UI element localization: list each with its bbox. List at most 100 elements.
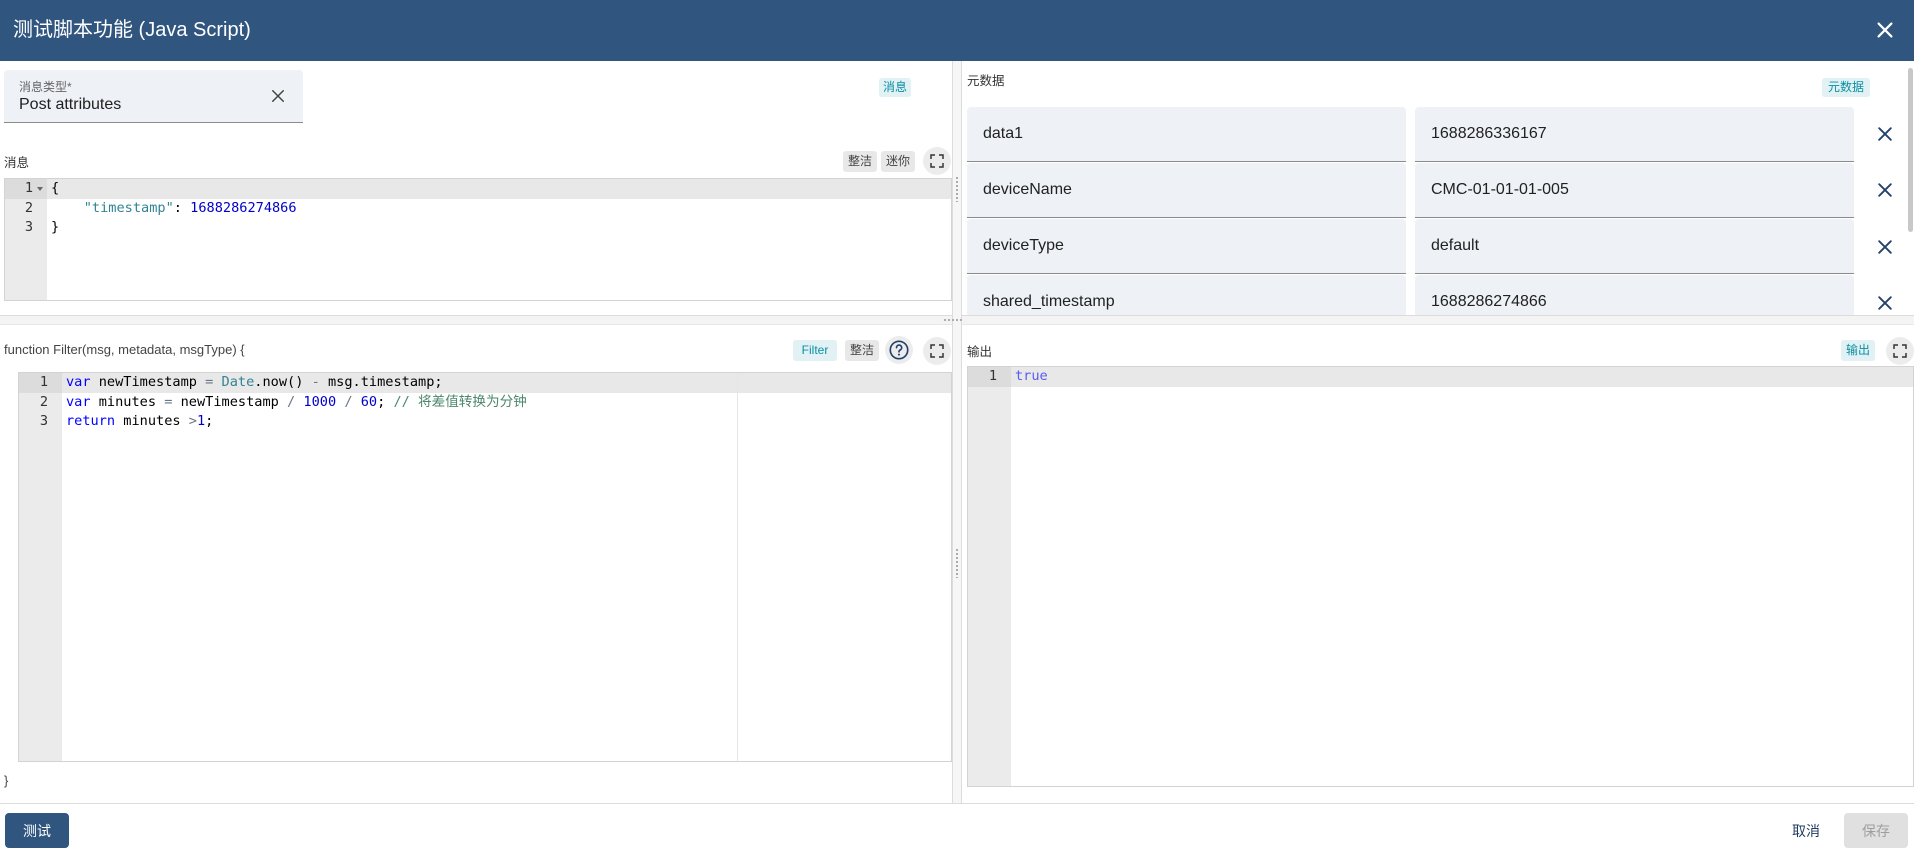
- punct-token: }: [51, 219, 60, 235]
- script-editor[interactable]: 123 var newTimestamp = Date.now() - msg.…: [18, 372, 952, 762]
- message-fullscreen-button[interactable]: [923, 147, 951, 175]
- metadata-value-input[interactable]: [1415, 275, 1854, 315]
- code-line: "timestamp": 1688286274866: [47, 199, 951, 219]
- line-number: 3: [39, 413, 48, 429]
- dialog-footer: 测试 取消 保存: [0, 803, 1914, 857]
- punct-token: ;: [377, 393, 386, 410]
- splitter-handle-top[interactable]: [955, 176, 959, 202]
- variable-token: "timestamp": [83, 199, 174, 216]
- output-editor[interactable]: 1 true: [967, 366, 1914, 787]
- metadata-label: 元数据: [967, 74, 1005, 88]
- delete-metadata-button[interactable]: [1875, 180, 1895, 200]
- metadata-list[interactable]: [962, 100, 1914, 315]
- operator-token: =: [205, 374, 214, 390]
- help-icon: [889, 340, 909, 360]
- metadata-key-input[interactable]: [967, 107, 1406, 162]
- identifier-token: now: [262, 374, 288, 390]
- output-chip: 输出: [1841, 340, 1875, 361]
- message-editor-text[interactable]: { "timestamp": 1688286274866}: [47, 179, 951, 300]
- output-fullscreen-button[interactable]: [1886, 337, 1914, 365]
- dialog-title: 测试脚本功能 (Java Script): [13, 19, 251, 41]
- identifier-token: msg: [327, 374, 353, 390]
- tidy-message-button[interactable]: 整洁: [843, 151, 877, 172]
- script-editor-text[interactable]: var newTimestamp = Date.now() - msg.time…: [62, 373, 951, 761]
- left-horizontal-splitter[interactable]: [0, 315, 952, 325]
- tidy-script-button[interactable]: 整洁: [845, 340, 879, 361]
- line-number: 1: [5, 179, 47, 199]
- delete-metadata-button[interactable]: [1875, 293, 1895, 313]
- message-type-field[interactable]: 消息类型*: [4, 70, 303, 123]
- code-line: var newTimestamp = Date.now() - msg.time…: [62, 373, 951, 393]
- test-script-dialog: 测试脚本功能 (Java Script) 消息类型* 消息 消息 整洁 迷你 1…: [0, 0, 1914, 857]
- constant-token: true: [1015, 368, 1048, 384]
- message-type-input[interactable]: [19, 94, 259, 116]
- close-icon: [272, 90, 284, 102]
- script-help-button[interactable]: [885, 336, 913, 364]
- metadata-value-input[interactable]: [1415, 163, 1854, 218]
- output-label: 输出: [967, 345, 993, 359]
- metadata-key-input[interactable]: [967, 219, 1406, 274]
- delete-metadata-button[interactable]: [1875, 124, 1895, 144]
- metadata-key-input[interactable]: [967, 275, 1406, 315]
- vertical-splitter[interactable]: [952, 61, 962, 803]
- punct-token: .: [352, 374, 361, 390]
- close-icon: [1878, 240, 1892, 254]
- punct-token: :: [173, 199, 182, 216]
- message-chip: 消息: [879, 78, 911, 97]
- cancel-button[interactable]: 取消: [1780, 813, 1832, 848]
- fullscreen-icon: [1893, 344, 1907, 358]
- operator-token: -: [311, 374, 320, 390]
- identifier-token: timestamp: [360, 374, 435, 390]
- line-number: 2: [24, 199, 33, 216]
- script-fullscreen-button[interactable]: [923, 337, 951, 365]
- line-number: 2: [39, 393, 48, 410]
- metadata-value-input[interactable]: [1415, 219, 1854, 274]
- code-line: {: [47, 179, 951, 199]
- operator-token: /: [344, 393, 353, 410]
- line-number: 1: [19, 373, 62, 393]
- right-horizontal-splitter[interactable]: [962, 315, 1914, 325]
- message-editor-gutter: 12 3: [5, 179, 47, 300]
- code-line: true: [1011, 367, 1913, 387]
- number-token: 1688286274866: [190, 199, 297, 216]
- message-type-label: 消息类型*: [19, 80, 72, 94]
- message-label: 消息: [4, 156, 30, 170]
- number-token: 1: [196, 413, 206, 429]
- output-editor-text[interactable]: true: [1011, 367, 1913, 786]
- comment-token: // 将差值转换为分钟: [393, 393, 527, 410]
- keyword-token: return: [66, 413, 116, 429]
- metadata-key-input[interactable]: [967, 163, 1406, 218]
- fold-arrow-icon[interactable]: [37, 187, 43, 191]
- splitter-handle-bottom[interactable]: [955, 548, 959, 578]
- close-dialog-button[interactable]: [1874, 19, 1896, 41]
- close-icon: [1878, 183, 1892, 197]
- code-line: var minutes = newTimestamp / 1000 / 60; …: [62, 393, 951, 413]
- metadata-value-input[interactable]: [1415, 107, 1854, 162]
- print-margin: [737, 373, 738, 761]
- output-editor-gutter: 1: [968, 367, 1011, 786]
- line-number: 3: [24, 219, 33, 235]
- filter-chip: Filter: [793, 340, 837, 361]
- identifier-token: newTimestamp: [98, 374, 197, 390]
- clear-message-type-button[interactable]: [269, 87, 287, 105]
- save-button[interactable]: 保存: [1844, 813, 1908, 848]
- operator-token: >: [188, 413, 197, 429]
- metadata-scrollbar[interactable]: [1908, 68, 1913, 232]
- punct-token: {: [51, 180, 60, 196]
- test-button[interactable]: 测试: [5, 813, 69, 848]
- punct-token: (: [287, 374, 296, 390]
- function-signature: function Filter(msg, metadata, msgType) …: [4, 342, 245, 357]
- delete-metadata-button[interactable]: [1875, 237, 1895, 257]
- keyword-token: var: [66, 393, 91, 410]
- number-token: 1000: [303, 393, 337, 410]
- punct-token: ;: [434, 374, 443, 390]
- operator-token: /: [287, 393, 296, 410]
- line-number: 1: [968, 367, 1011, 387]
- fullscreen-icon: [930, 344, 944, 358]
- function-closing-brace: }: [4, 773, 9, 788]
- close-icon: [1878, 296, 1892, 310]
- dialog-header: 测试脚本功能 (Java Script): [0, 0, 1914, 61]
- message-editor[interactable]: 12 3 { "timestamp": 1688286274866}: [4, 178, 952, 301]
- number-token: 60: [360, 393, 378, 410]
- minify-message-button[interactable]: 迷你: [881, 151, 915, 172]
